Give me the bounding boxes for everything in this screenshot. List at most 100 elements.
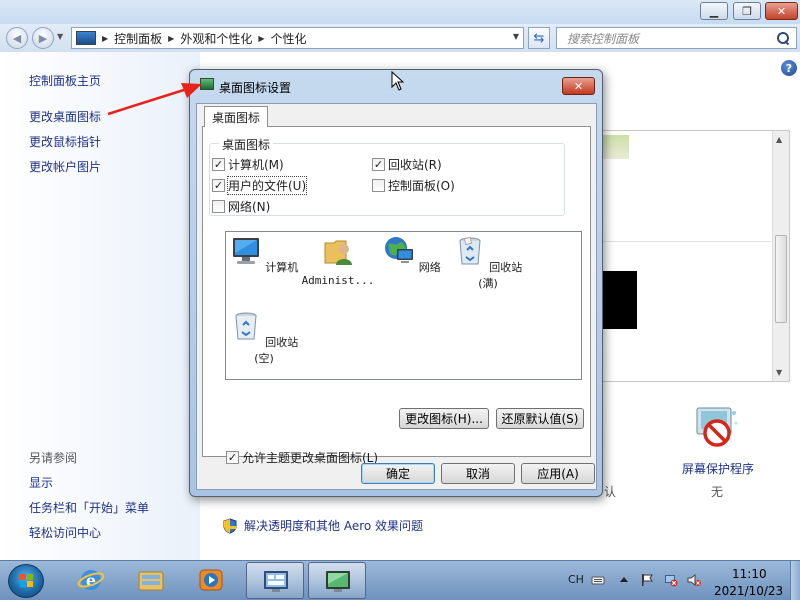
- checkbox-box[interactable]: ✓: [212, 158, 225, 171]
- desktop-icon-list[interactable]: 计算机 Administ... 网络 回收站(满) 回收站(空): [225, 231, 582, 380]
- internet-explorer-icon: e: [77, 570, 105, 590]
- keyboard-icon[interactable]: [591, 573, 605, 587]
- desktop-settings-icon: [200, 78, 214, 90]
- checkbox-label: 回收站(R): [388, 158, 442, 172]
- dialog-close-button[interactable]: ✕: [562, 77, 595, 95]
- sidebar: 控制面板主页 更改桌面图标 更改鼠标指针 更改帐户图片 另请参阅 显示 任务栏和…: [0, 52, 200, 560]
- action-center-flag-icon[interactable]: [640, 573, 654, 587]
- cancel-button[interactable]: 取消: [441, 463, 515, 484]
- sidebar-item-ease-of-access[interactable]: 轻松访问中心: [29, 524, 101, 541]
- sidebar-item-home[interactable]: 控制面板主页: [29, 72, 101, 89]
- tab-desktop-icons[interactable]: 桌面图标: [204, 106, 268, 127]
- forward-button[interactable]: ▶: [32, 27, 54, 49]
- list-item-recycle-bin-full[interactable]: 回收站(满): [450, 235, 526, 291]
- allow-themes-checkbox[interactable]: ✓ 允许主题更改桌面图标(L): [226, 449, 378, 466]
- icon-label: 网络: [418, 261, 441, 274]
- show-hidden-icons-icon[interactable]: [617, 573, 631, 587]
- mouse-cursor-icon: [391, 71, 405, 91]
- close-icon: ✕: [776, 4, 787, 18]
- screensaver-value: 无: [711, 485, 724, 499]
- breadcrumb-appearance[interactable]: 外观和个性化: [180, 30, 252, 47]
- sidebar-item-taskbar-start-menu[interactable]: 任务栏和「开始」菜单: [29, 499, 149, 516]
- computer-checkbox[interactable]: ✓ 计算机(M): [212, 156, 284, 173]
- theme-list-scrollbar[interactable]: ▲ ▼: [772, 131, 789, 381]
- checkbox-label: 允许主题更改桌面图标(L): [242, 451, 379, 465]
- taskbar-control-panel[interactable]: [246, 562, 304, 599]
- scrollbar-thumb[interactable]: [775, 235, 787, 323]
- breadcrumb-personalization[interactable]: 个性化: [271, 30, 307, 47]
- input-language-indicator[interactable]: CH: [568, 573, 584, 586]
- screensaver-icon[interactable]: [693, 405, 739, 449]
- breadcrumb-control-panel[interactable]: 控制面板: [114, 30, 162, 47]
- sidebar-item-change-desktop-icons[interactable]: 更改桌面图标: [29, 108, 101, 125]
- taskbar-file-explorer[interactable]: [122, 562, 180, 599]
- aero-troubleshoot-link[interactable]: 解决透明度和其他 Aero 效果问题: [244, 517, 423, 534]
- breadcrumb-chevron-icon[interactable]: ▶: [258, 34, 264, 43]
- checkbox-box[interactable]: ✓: [212, 179, 225, 192]
- start-button[interactable]: [8, 564, 44, 598]
- checkbox-label: 控制面板(O): [388, 179, 455, 193]
- clock-time[interactable]: 11:10: [732, 567, 767, 581]
- theme-thumbnail[interactable]: [601, 271, 637, 329]
- taskbar-desktop-icon-settings[interactable]: [308, 562, 366, 599]
- sidebar-item-change-mouse-pointers[interactable]: 更改鼠标指针: [29, 133, 101, 150]
- control-panel-checkbox[interactable]: 控制面板(O): [372, 177, 455, 194]
- help-icon[interactable]: ?: [781, 60, 797, 76]
- scroll-up-icon[interactable]: ▲: [776, 135, 782, 144]
- clock-date[interactable]: 2021/10/23: [714, 584, 783, 598]
- checkbox-box[interactable]: ✓: [226, 451, 239, 464]
- recycle-bin-full-icon: [459, 236, 481, 265]
- breadcrumb-chevron-icon[interactable]: ▶: [102, 34, 108, 43]
- sidebar-item-display[interactable]: 显示: [29, 474, 53, 491]
- address-dropdown-icon[interactable]: ▼: [513, 32, 519, 41]
- recycle-bin-checkbox[interactable]: ✓ 回收站(R): [372, 156, 442, 173]
- list-item-computer[interactable]: 计算机: [226, 235, 302, 275]
- sidebar-item-change-account-picture[interactable]: 更改帐户图片: [29, 158, 101, 175]
- dialog-title: 桌面图标设置: [219, 81, 292, 95]
- restore-default-button[interactable]: 还原默认值(S): [496, 408, 584, 429]
- title-bar[interactable]: ▁ ❐ ✕: [0, 0, 800, 24]
- taskbar: e CH 11:10 2021/10/23: [0, 560, 800, 600]
- checkbox-box[interactable]: [212, 200, 225, 213]
- user-files-checkbox[interactable]: ✓ 用户的文件(U): [212, 176, 308, 195]
- media-player-icon: [199, 569, 223, 591]
- network-status-icon[interactable]: [664, 573, 678, 587]
- user-folder-icon: [324, 240, 352, 265]
- checkbox-box[interactable]: ✓: [372, 158, 385, 171]
- checkbox-label: 用户的文件(U): [226, 176, 308, 195]
- taskbar-internet-explorer[interactable]: e: [62, 562, 120, 599]
- list-item-network[interactable]: 网络: [374, 235, 450, 275]
- network-checkbox[interactable]: 网络(N): [212, 198, 270, 215]
- theme-list[interactable]: ▲ ▼: [600, 130, 790, 382]
- screensaver-link[interactable]: 屏幕保护程序: [682, 460, 754, 477]
- refresh-icon: ⇆: [533, 30, 545, 46]
- dialog-body: 桌面图标 桌面图标 ✓ 计算机(M) ✓ 回收站(R) ✓ 用户的文件(U) 控制面板…: [196, 103, 597, 490]
- taskbar-media-player[interactable]: [182, 562, 240, 599]
- apply-button[interactable]: 应用(A): [521, 463, 595, 484]
- address-bar[interactable]: ▶ 控制面板 ▶ 外观和个性化 ▶ 个性化 ▼: [71, 27, 524, 49]
- refresh-button[interactable]: ⇆: [528, 27, 550, 49]
- search-input[interactable]: 搜索控制面板: [556, 27, 797, 49]
- list-item-recycle-bin-empty[interactable]: 回收站(空): [226, 310, 302, 366]
- theme-list-divider: [601, 241, 771, 242]
- breadcrumb-chevron-icon[interactable]: ▶: [168, 34, 174, 43]
- volume-muted-icon[interactable]: [687, 573, 701, 587]
- theme-thumbnail[interactable]: [603, 135, 629, 159]
- change-icon-button[interactable]: 更改图标(H)...: [399, 408, 489, 429]
- show-desktop-button[interactable]: [790, 561, 800, 600]
- search-icon[interactable]: [776, 31, 790, 45]
- maximize-button[interactable]: ❐: [733, 2, 761, 20]
- back-button[interactable]: ◀: [6, 27, 28, 49]
- minimize-button[interactable]: ▁: [700, 2, 728, 20]
- folder-icon: [138, 571, 164, 591]
- sound-value-fragment: 认: [604, 485, 617, 499]
- close-button[interactable]: ✕: [765, 2, 798, 20]
- checkbox-box[interactable]: [372, 179, 385, 192]
- list-item-user-folder[interactable]: Administ...: [300, 235, 376, 287]
- back-arrow-icon: ◀: [12, 31, 22, 45]
- scroll-down-icon[interactable]: ▼: [776, 368, 782, 377]
- recent-pages-chevron-icon[interactable]: ▼: [57, 32, 63, 41]
- restore-icon: ❐: [742, 4, 752, 18]
- ok-button[interactable]: 确定: [361, 463, 435, 484]
- search-placeholder: 搜索控制面板: [567, 31, 640, 46]
